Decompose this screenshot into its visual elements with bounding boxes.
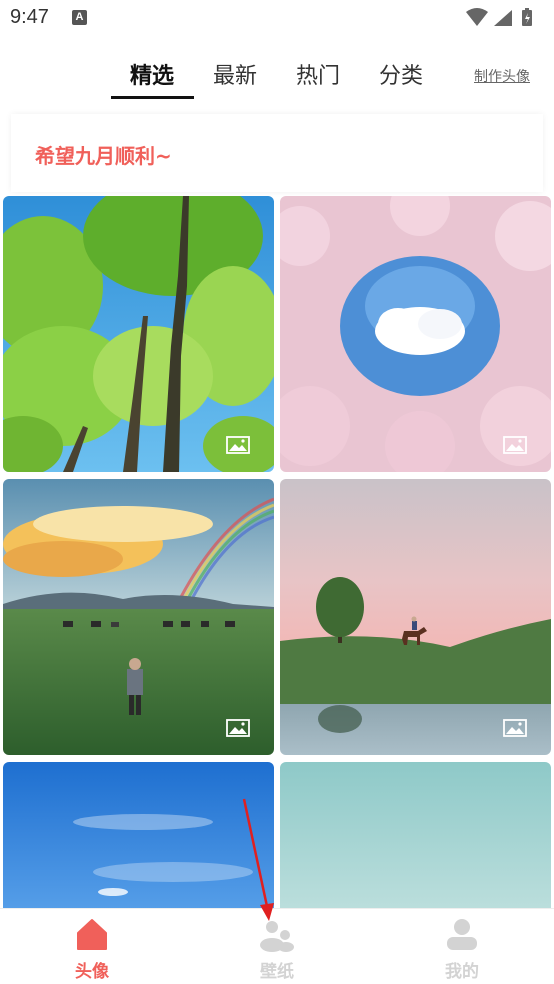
image-card-rider[interactable]	[280, 479, 551, 755]
nav-label-wallpaper: 壁纸	[260, 962, 294, 982]
announcement-banner: 希望九月顺利~	[11, 114, 543, 192]
active-tab-indicator	[111, 96, 194, 99]
nav-label-avatar: 头像	[75, 962, 109, 982]
status-bar: 9:47 A	[0, 0, 554, 36]
home-icon	[77, 919, 107, 950]
image-card-blossoms[interactable]	[280, 196, 551, 472]
nav-label-mine: 我的	[445, 962, 479, 982]
banner-text: 希望九月顺利~	[35, 144, 172, 168]
image-card-teal[interactable]	[280, 762, 551, 922]
image-icon	[226, 436, 250, 454]
blossoms-image	[280, 196, 551, 472]
annotation-arrow	[242, 798, 274, 921]
status-icons	[466, 8, 532, 26]
wifi-icon	[466, 8, 488, 26]
signal-icon	[494, 10, 512, 26]
notification-icon: A	[72, 10, 87, 25]
trees-image	[3, 196, 274, 472]
tab-hot[interactable]: 热门	[296, 58, 340, 90]
teal-image	[280, 762, 551, 922]
tab-latest[interactable]: 最新	[213, 58, 257, 90]
tab-featured[interactable]: 精选	[130, 58, 174, 90]
nav-avatar[interactable]: 头像	[37, 909, 147, 984]
nav-mine[interactable]: 我的	[407, 909, 517, 984]
image-icon	[503, 719, 527, 737]
image-icon	[226, 719, 250, 737]
profile-icon	[447, 919, 477, 950]
tab-category[interactable]: 分类	[379, 58, 423, 90]
image-card-meadow[interactable]	[3, 479, 274, 755]
top-tabs: 精选 最新 热门 分类 制作头像	[0, 52, 554, 102]
status-time: 9:47	[10, 6, 49, 28]
make-avatar-link[interactable]: 制作头像	[474, 66, 530, 86]
image-icon	[503, 436, 527, 454]
image-card-trees[interactable]	[3, 196, 274, 472]
meadow-image	[3, 479, 274, 755]
rider-image	[280, 479, 551, 755]
